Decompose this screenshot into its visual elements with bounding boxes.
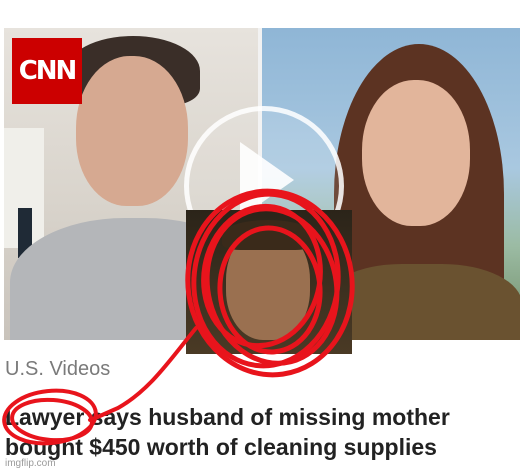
video-card[interactable]: CNN U.S. Videos Lawyer says husband of m… (0, 0, 526, 474)
inserted-portrait (186, 210, 352, 354)
headline-link[interactable]: Lawyer says husband of missing mother bo… (5, 402, 505, 462)
woman-figure-head (362, 80, 470, 226)
cnn-logo-text: CNN (18, 56, 78, 86)
portrait-hair (222, 220, 314, 250)
cnn-logo: CNN (12, 38, 82, 104)
section-label[interactable]: U.S. Videos (5, 358, 110, 381)
man-figure-head (76, 56, 188, 206)
imgflip-watermark: imgflip.com (5, 458, 56, 469)
play-icon[interactable] (240, 142, 294, 218)
